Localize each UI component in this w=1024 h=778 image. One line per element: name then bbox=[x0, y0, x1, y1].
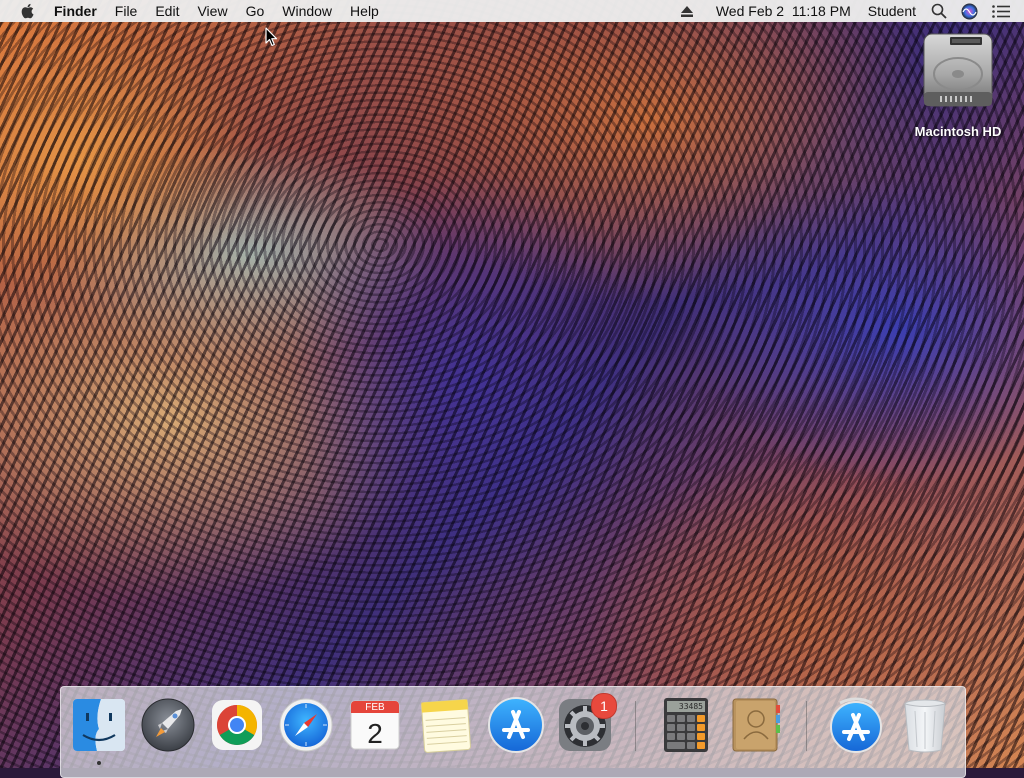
menu-edit[interactable]: Edit bbox=[146, 0, 188, 22]
mouse-cursor-icon bbox=[265, 27, 278, 52]
spotlight-search-icon[interactable] bbox=[924, 0, 954, 22]
notes-icon bbox=[421, 699, 471, 753]
app-store-icon bbox=[830, 697, 882, 753]
menubar-clock[interactable]: Wed Feb 2 11:18 PM bbox=[709, 0, 861, 22]
siri-icon[interactable] bbox=[954, 0, 985, 22]
dock-calculator[interactable]: 33485 bbox=[656, 695, 716, 755]
dock-separator bbox=[635, 701, 636, 751]
calendar-month-label: FEB bbox=[365, 702, 385, 713]
menu-view[interactable]: View bbox=[188, 0, 236, 22]
notification-badge: 1 bbox=[591, 693, 617, 719]
dock-notes[interactable] bbox=[415, 695, 475, 755]
dock-finder[interactable] bbox=[69, 695, 129, 755]
notification-center-icon[interactable] bbox=[985, 0, 1024, 22]
wallpaper-swirl bbox=[0, 0, 1024, 768]
dock-app-store[interactable] bbox=[486, 695, 546, 755]
desktop-icon-macintosh-hd[interactable]: Macintosh HD bbox=[908, 30, 1008, 139]
menubar-user[interactable]: Student bbox=[861, 0, 924, 22]
dock-contacts[interactable] bbox=[725, 695, 785, 755]
finder-icon bbox=[73, 699, 125, 751]
dock-safari[interactable] bbox=[276, 695, 336, 755]
apple-logo-icon[interactable] bbox=[17, 0, 37, 22]
chrome-icon bbox=[212, 700, 262, 750]
dock-chrome[interactable] bbox=[207, 695, 267, 755]
dock-launchpad[interactable] bbox=[138, 695, 198, 755]
dock-calendar[interactable]: FEB 2 bbox=[345, 695, 405, 755]
menu-help[interactable]: Help bbox=[341, 0, 388, 22]
desktop-icon-label: Macintosh HD bbox=[914, 124, 1002, 139]
menu-finder[interactable]: Finder bbox=[45, 0, 106, 22]
eject-icon[interactable] bbox=[673, 0, 709, 22]
dock: FEB 2 1 33485 bbox=[60, 686, 966, 778]
menu-go[interactable]: Go bbox=[237, 0, 274, 22]
safari-icon bbox=[279, 698, 333, 752]
menu-window[interactable]: Window bbox=[273, 0, 341, 22]
dock-separator bbox=[806, 701, 807, 751]
app-store-icon bbox=[488, 697, 544, 753]
menu-bar: Finder File Edit View Go Window Help Wed… bbox=[0, 0, 1024, 22]
running-indicator bbox=[97, 761, 101, 765]
dock-system-preferences[interactable]: 1 bbox=[555, 693, 617, 755]
calendar-day-label: 2 bbox=[367, 718, 383, 749]
dock-app-store-2[interactable] bbox=[826, 695, 886, 755]
dock-trash[interactable] bbox=[895, 695, 955, 755]
launchpad-icon bbox=[141, 698, 195, 752]
trash-icon bbox=[904, 699, 946, 753]
hard-drive-icon bbox=[920, 30, 996, 110]
contacts-icon bbox=[732, 698, 780, 752]
menu-file[interactable]: File bbox=[106, 0, 147, 22]
calculator-display: 33485 bbox=[678, 702, 703, 711]
